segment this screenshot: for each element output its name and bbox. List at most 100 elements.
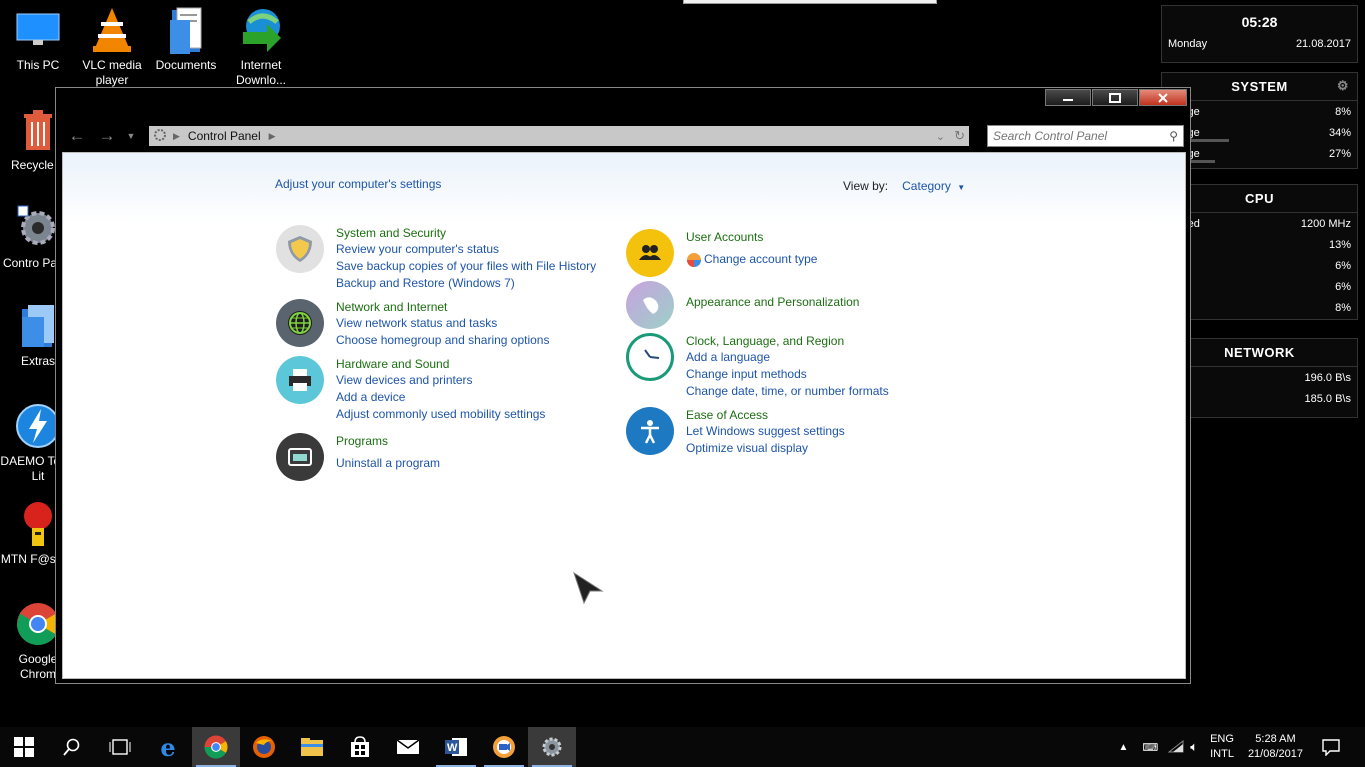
mail-icon xyxy=(396,739,420,754)
desktop-icon-documents[interactable]: Documents xyxy=(148,6,224,73)
system-gadget-title: SYSTEM ⚙ xyxy=(1162,73,1357,101)
taskbar: e W ▲ ⌨ 🔈︎ ENG INTL 5:28 AM 21/08/2017 xyxy=(0,727,1365,767)
refresh-icon[interactable]: ↻ xyxy=(954,128,965,144)
category-ease-of-access: Ease of Access Let Windows suggest setti… xyxy=(626,407,845,457)
network-row: load185.0 B\s xyxy=(1168,392,1351,405)
input-indicator-icon[interactable]: ⌨ xyxy=(1142,741,1158,754)
close-icon xyxy=(1158,92,1168,103)
minimize-button[interactable] xyxy=(1045,89,1091,106)
gear-icon[interactable]: ⚙ xyxy=(1337,78,1349,94)
desktop-icon-vlc[interactable]: VLC media player xyxy=(74,6,150,88)
taskbar-control-panel[interactable] xyxy=(528,727,576,767)
taskbar-word[interactable]: W xyxy=(432,727,480,767)
devices-printers-link[interactable]: View devices and printers xyxy=(336,372,545,389)
word-icon: W xyxy=(445,738,467,756)
homegroup-link[interactable]: Choose homegroup and sharing options xyxy=(336,332,549,349)
ease-of-access-link[interactable]: Ease of Access xyxy=(686,407,845,423)
network-status-link[interactable]: View network status and tasks xyxy=(336,315,549,332)
shield-icon xyxy=(276,225,324,273)
system-tray: ▲ ⌨ 🔈︎ ENG INTL 5:28 AM 21/08/2017 xyxy=(1118,727,1365,767)
taskbar-clock[interactable]: 5:28 AM 21/08/2017 xyxy=(1248,732,1303,762)
category-appearance-and-personalization: Appearance and Personalization xyxy=(626,281,859,329)
category-programs: Programs Uninstall a program xyxy=(276,433,440,481)
address-dropdown-icon[interactable]: ⌄ xyxy=(936,130,945,143)
control-panel-icon xyxy=(542,737,562,757)
accessibility-icon xyxy=(626,407,674,455)
search-input[interactable] xyxy=(993,129,1163,143)
svg-text:W: W xyxy=(447,742,458,754)
users-icon xyxy=(626,229,674,277)
gadget-date: 21.08.2017 xyxy=(1295,38,1351,50)
system-and-security-link[interactable]: System and Security xyxy=(336,225,596,241)
optimize-visual-display-link[interactable]: Optimize visual display xyxy=(686,440,845,457)
category-user-accounts: User Accounts Change account type xyxy=(626,229,817,277)
close-button[interactable] xyxy=(1139,89,1187,106)
windows-suggest-settings-link[interactable]: Let Windows suggest settings xyxy=(686,423,845,440)
control-panel-window: ← → ▼ ▶ Control Panel ▶ ⌄ ↻ ⚲ Adjust you… xyxy=(55,87,1191,684)
add-language-link[interactable]: Add a language xyxy=(686,349,889,366)
show-hidden-icons-button[interactable]: ▲ xyxy=(1118,742,1128,753)
cpu-gadget-title: CPU xyxy=(1162,185,1357,213)
desktop-icon-label: Internet Downlo... xyxy=(235,58,287,87)
taskbar-chrome[interactable] xyxy=(192,727,240,767)
search-icon[interactable]: ⚲ xyxy=(1169,129,1178,143)
hardware-and-sound-link[interactable]: Hardware and Sound xyxy=(336,356,545,372)
add-device-link[interactable]: Add a device xyxy=(336,389,545,406)
documents-folder-icon xyxy=(162,6,210,54)
search-box[interactable]: ⚲ xyxy=(987,125,1184,147)
breadcrumb-separator-icon: ▶ xyxy=(173,130,180,141)
mobility-settings-link[interactable]: Adjust commonly used mobility settings xyxy=(336,406,545,423)
desktop-icon-label: VLC media player xyxy=(82,58,142,87)
backup-restore-link[interactable]: Backup and Restore (Windows 7) xyxy=(336,275,596,292)
programs-icon xyxy=(276,433,324,481)
wifi-icon[interactable] xyxy=(1168,740,1184,754)
gadget-day: Monday xyxy=(1168,38,1208,50)
appearance-personalization-link[interactable]: Appearance and Personalization xyxy=(686,294,859,310)
start-button[interactable] xyxy=(0,727,48,767)
change-account-type-link[interactable]: Change account type xyxy=(704,251,817,268)
clock-language-region-link[interactable]: Clock, Language, and Region xyxy=(686,333,889,349)
cpu-row: 8% xyxy=(1335,301,1351,314)
control-panel-content: Adjust your computer's settings View by:… xyxy=(62,152,1186,679)
search-button[interactable] xyxy=(48,727,96,767)
breadcrumb[interactable]: ▶ Control Panel ▶ ⌄ ↻ xyxy=(149,126,969,146)
programs-link[interactable]: Programs xyxy=(336,433,440,449)
forward-button[interactable]: → xyxy=(92,125,122,147)
taskbar-edge[interactable]: e xyxy=(144,727,192,767)
notifications-icon[interactable] xyxy=(1321,738,1341,756)
vlc-cone-icon xyxy=(88,6,136,54)
desktop-icon-this-pc[interactable]: This PC xyxy=(0,6,76,73)
taskbar-store[interactable] xyxy=(336,727,384,767)
maximize-button[interactable] xyxy=(1092,89,1138,106)
desktop: This PC VLC media player Documents Inter… xyxy=(0,0,1365,767)
language-indicator[interactable]: ENG INTL xyxy=(1210,732,1234,762)
color-wheel-icon xyxy=(687,252,701,267)
input-methods-link[interactable]: Change input methods xyxy=(686,366,889,383)
edge-icon: e xyxy=(160,732,176,762)
network-and-internet-link[interactable]: Network and Internet xyxy=(336,299,549,315)
back-button[interactable]: ← xyxy=(62,125,92,147)
recent-locations-button[interactable]: ▼ xyxy=(122,125,140,147)
date-time-formats-link[interactable]: Change date, time, or number formats xyxy=(686,383,889,400)
camera-icon xyxy=(493,736,515,758)
taskbar-camera-app[interactable] xyxy=(480,727,528,767)
breadcrumb-expand-icon[interactable]: ▶ xyxy=(269,131,276,142)
globe-download-icon xyxy=(237,6,285,54)
view-by-dropdown[interactable]: Category ▼ xyxy=(902,179,965,193)
taskbar-mail[interactable] xyxy=(384,727,432,767)
volume-icon[interactable]: 🔈︎ xyxy=(1190,739,1198,755)
review-status-link[interactable]: Review your computer's status xyxy=(336,241,596,258)
user-accounts-link[interactable]: User Accounts xyxy=(686,229,817,245)
taskbar-file-explorer[interactable] xyxy=(288,727,336,767)
task-view-icon xyxy=(109,739,131,755)
top-window-strip xyxy=(683,0,937,4)
desktop-icon-idm[interactable]: Internet Downlo... xyxy=(223,6,299,88)
clock-gadget: 05:28 Monday 21.08.2017 xyxy=(1161,5,1358,63)
cpu-row: 6% xyxy=(1335,259,1351,272)
file-history-link[interactable]: Save backup copies of your files with Fi… xyxy=(336,258,596,275)
uninstall-program-link[interactable]: Uninstall a program xyxy=(336,455,440,472)
breadcrumb-control-panel[interactable]: Control Panel xyxy=(188,129,261,143)
taskbar-firefox[interactable] xyxy=(240,727,288,767)
task-view-button[interactable] xyxy=(96,727,144,767)
back-arrow-icon: ← xyxy=(68,126,86,145)
